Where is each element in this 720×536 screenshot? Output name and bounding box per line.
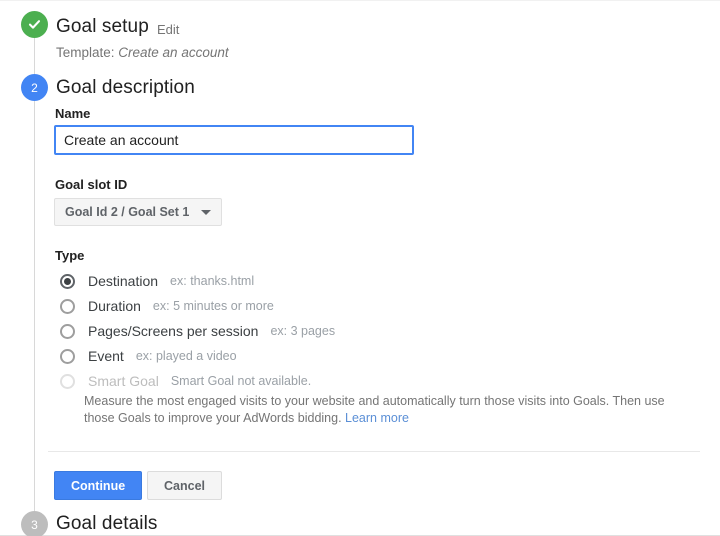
template-summary: Template: Create an account [56, 45, 229, 60]
type-option-hint: ex: played a video [136, 349, 237, 363]
type-group-label: Type [55, 248, 84, 263]
type-option-hint: ex: thanks.html [170, 274, 254, 288]
step-3-number: 3 [31, 518, 38, 532]
radio-icon-destination[interactable] [60, 274, 75, 289]
goal-slot-selected-value: Goal Id 2 / Goal Set 1 [65, 205, 189, 219]
continue-button[interactable]: Continue [54, 471, 142, 500]
learn-more-link[interactable]: Learn more [345, 411, 409, 425]
step-1-title: Goal setup [56, 16, 149, 38]
radio-icon-duration[interactable] [60, 299, 75, 314]
type-option-pages-screens-per-session[interactable]: Pages/Screens per session ex: 3 pages [60, 323, 335, 339]
goal-setup-wizard: Goal setup Edit Template: Create an acco… [0, 0, 720, 536]
step-1-marker-complete [21, 11, 48, 38]
type-option-label: Duration [88, 298, 141, 314]
type-option-event[interactable]: Event ex: played a video [60, 348, 237, 364]
step-3-title: Goal details [56, 513, 158, 535]
cancel-button[interactable]: Cancel [147, 471, 222, 500]
step-2-marker: 2 [21, 74, 48, 101]
step-2-title: Goal description [56, 77, 195, 99]
type-option-smart-goal: Smart Goal Smart Goal not available. [60, 373, 311, 389]
radio-icon-pages-screens[interactable] [60, 324, 75, 339]
step-connector-line [34, 29, 35, 519]
cancel-button-label: Cancel [164, 479, 205, 493]
radio-icon-smart-goal [60, 374, 75, 389]
smart-goal-description: Measure the most engaged visits to your … [84, 393, 684, 427]
continue-button-label: Continue [71, 479, 125, 493]
chevron-down-icon [201, 210, 211, 215]
type-option-hint: ex: 3 pages [270, 324, 335, 338]
goal-slot-dropdown[interactable]: Goal Id 2 / Goal Set 1 [54, 198, 222, 226]
type-option-label: Pages/Screens per session [88, 323, 258, 339]
goal-name-input[interactable] [54, 125, 414, 155]
type-option-hint: Smart Goal not available. [171, 374, 311, 388]
form-divider [48, 451, 700, 452]
type-option-hint: ex: 5 minutes or more [153, 299, 274, 313]
type-option-label: Destination [88, 273, 158, 289]
template-value: Create an account [118, 45, 228, 60]
edit-goal-setup-link[interactable]: Edit [157, 22, 179, 37]
step-2-number: 2 [31, 81, 38, 95]
name-field-label: Name [55, 106, 90, 121]
template-label: Template: [56, 45, 118, 60]
step-3-marker: 3 [21, 511, 48, 536]
type-option-label: Smart Goal [88, 373, 159, 389]
type-option-label: Event [88, 348, 124, 364]
type-option-duration[interactable]: Duration ex: 5 minutes or more [60, 298, 274, 314]
radio-icon-event[interactable] [60, 349, 75, 364]
type-option-destination[interactable]: Destination ex: thanks.html [60, 273, 254, 289]
check-icon [27, 17, 42, 32]
goal-slot-label: Goal slot ID [55, 177, 127, 192]
